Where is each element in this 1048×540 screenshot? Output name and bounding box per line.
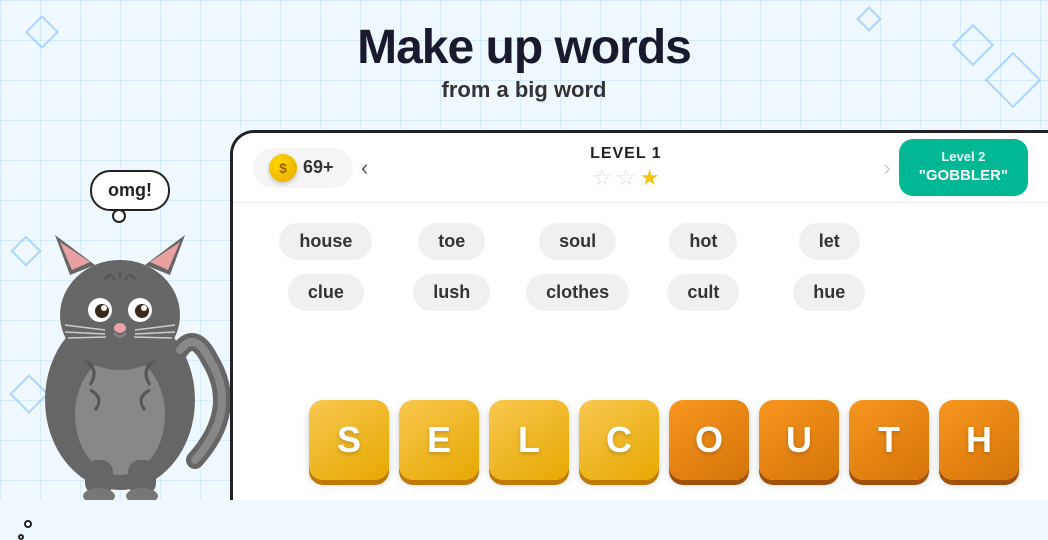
cat-container: omg! — [10, 120, 230, 500]
word-hue: hue — [793, 274, 865, 311]
word-chip-hue[interactable]: hue — [766, 274, 892, 311]
panel-topbar: $ 69+ ‹ LEVEL 1 ☆ ☆ ★ › Level 2 "GOBBLER… — [233, 133, 1048, 203]
tile-U[interactable]: U — [759, 400, 839, 480]
word-chip-soul[interactable]: soul — [515, 223, 641, 260]
tile-C[interactable]: C — [579, 400, 659, 480]
stars-row: ☆ ☆ ★ — [376, 165, 875, 191]
word-soul: soul — [539, 223, 616, 260]
coin-icon: $ — [269, 154, 297, 182]
title-area: Make up words from a big word — [0, 20, 1048, 103]
star-1: ☆ — [592, 165, 612, 191]
tile-L[interactable]: L — [489, 400, 569, 480]
speech-bubble: omg! — [90, 170, 170, 211]
word-house: house — [279, 223, 372, 260]
word-chip-cult[interactable]: cult — [641, 274, 767, 311]
bubble-dot-2 — [18, 534, 24, 540]
next-level-name: "GOBBLER" — [919, 166, 1008, 186]
word-clothes: clothes — [526, 274, 629, 311]
words-area: house toe soul hot let clue lush clothes… — [233, 203, 1048, 331]
word-chip-hot[interactable]: hot — [641, 223, 767, 260]
speech-text: omg! — [108, 180, 152, 200]
level-info: LEVEL 1 ☆ ☆ ★ — [376, 145, 875, 191]
word-chip-clothes[interactable]: clothes — [515, 274, 641, 311]
tile-H[interactable]: H — [939, 400, 1019, 480]
word-chip-clue[interactable]: clue — [263, 274, 389, 311]
word-toe: toe — [418, 223, 485, 260]
word-chip-let[interactable]: let — [766, 223, 892, 260]
word-lush: lush — [413, 274, 490, 311]
next-level-button[interactable]: Level 2 "GOBBLER" — [899, 139, 1028, 195]
nav-left-arrow[interactable]: ‹ — [353, 155, 376, 181]
coin-count: 69+ — [303, 157, 334, 178]
coin-area[interactable]: $ 69+ — [253, 148, 353, 188]
tile-E[interactable]: E — [399, 400, 479, 480]
tiles-row: S E L C O U T H — [300, 400, 1028, 480]
word-chip-lush[interactable]: lush — [389, 274, 515, 311]
level-label: LEVEL 1 — [376, 145, 875, 163]
next-level-label: Level 2 — [919, 149, 1008, 166]
tile-S[interactable]: S — [309, 400, 389, 480]
nav-right-arrow[interactable]: › — [875, 155, 898, 181]
word-clue: clue — [288, 274, 364, 311]
tile-T[interactable]: T — [849, 400, 929, 480]
main-title: Make up words — [0, 20, 1048, 75]
word-chip-house[interactable]: house — [263, 223, 389, 260]
tile-O[interactable]: O — [669, 400, 749, 480]
star-2: ☆ — [616, 165, 636, 191]
word-chip-toe[interactable]: toe — [389, 223, 515, 260]
sub-title: from a big word — [0, 77, 1048, 103]
word-hot: hot — [669, 223, 737, 260]
bubble-dot-1 — [24, 520, 32, 528]
word-cult: cult — [667, 274, 739, 311]
star-3: ★ — [640, 165, 660, 191]
word-let: let — [799, 223, 860, 260]
